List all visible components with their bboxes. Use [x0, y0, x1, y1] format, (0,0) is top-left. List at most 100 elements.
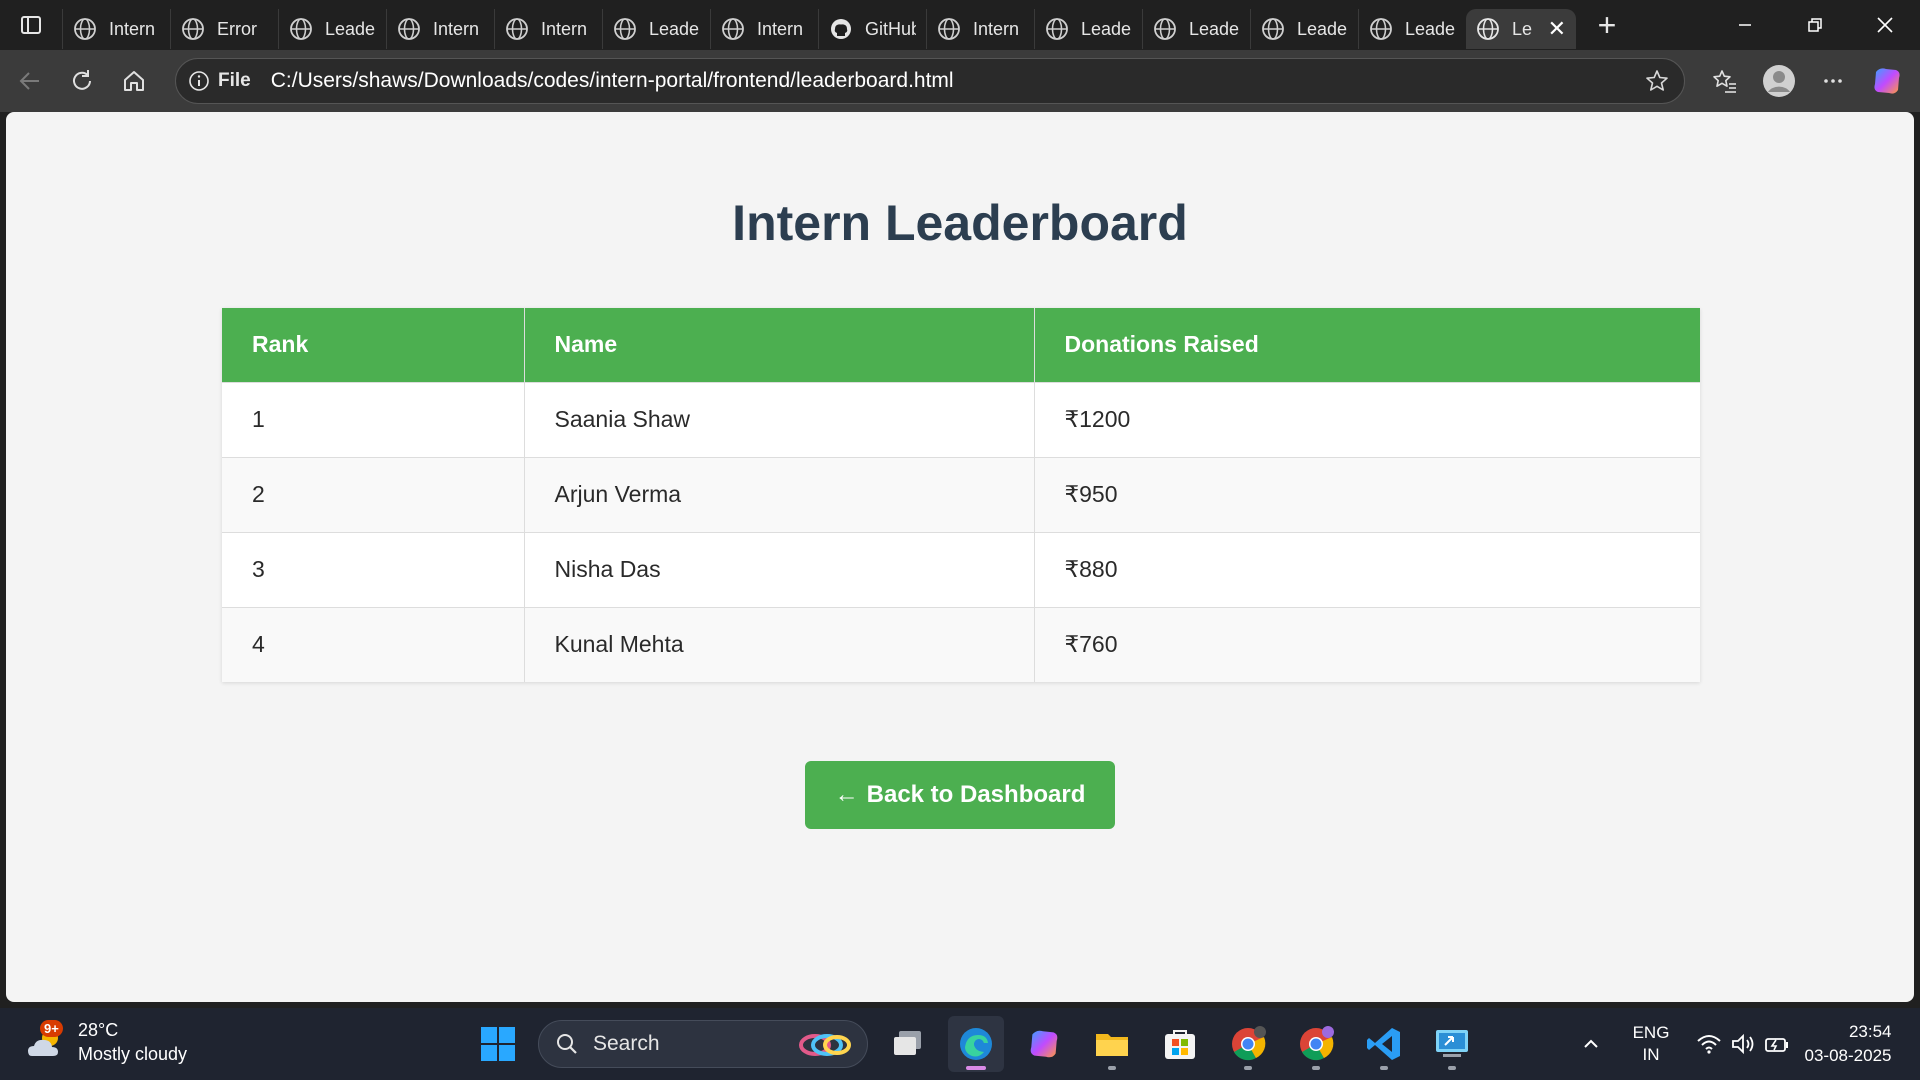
weather-widget[interactable]: 9+ 28°C Mostly cloudy	[24, 1018, 187, 1066]
close-tab-icon[interactable]: ✕	[1548, 16, 1566, 42]
tab[interactable]: Leaderb	[1034, 9, 1142, 49]
tab[interactable]: Intern D	[926, 9, 1034, 49]
table-row: 4 Kunal Mehta ₹760	[222, 606, 1700, 682]
home-icon	[124, 71, 144, 91]
tab-title: Leaderb	[1081, 18, 1132, 39]
tab-title: GitHub	[865, 18, 916, 39]
column-header-donations: Donations Raised	[1034, 308, 1700, 382]
name-cell: Arjun Verma	[524, 456, 1035, 532]
globe-icon	[289, 17, 313, 41]
column-header-name: Name	[524, 308, 1035, 382]
globe-icon	[721, 17, 745, 41]
remote-desktop-button[interactable]	[1424, 1016, 1480, 1072]
chevron-up-icon	[1584, 1039, 1598, 1048]
tab[interactable]: Leaderb	[602, 9, 710, 49]
arrow-left-icon	[19, 72, 39, 90]
table-row: 2 Arjun Verma ₹950	[222, 456, 1700, 532]
table-header-row: Rank Name Donations Raised	[222, 308, 1700, 382]
edge-taskbar-button[interactable]	[948, 1016, 1004, 1072]
copilot-taskbar-button[interactable]	[1016, 1016, 1072, 1072]
back-to-dashboard-button[interactable]: ← Back to Dashboard	[805, 761, 1115, 829]
refresh-button[interactable]	[56, 55, 108, 107]
store-button[interactable]	[1152, 1016, 1208, 1072]
weather-temp: 28°C	[78, 1020, 119, 1040]
table-row: 3 Nisha Das ₹880	[222, 531, 1700, 607]
favorites-button[interactable]	[1698, 54, 1752, 108]
copilot-icon	[1030, 1030, 1058, 1058]
clock-time: 23:54	[1848, 1022, 1892, 1041]
new-tab-button[interactable]: +	[1582, 5, 1632, 45]
tab[interactable]: Leaderb	[1250, 9, 1358, 49]
tab[interactable]: Leaderb	[1142, 9, 1250, 49]
clock[interactable]: 23:54 03-08-2025	[1800, 1020, 1920, 1068]
url-text[interactable]: C:/Users/shaws/Downloads/codes/intern-po…	[271, 69, 954, 93]
profile-button[interactable]	[1752, 54, 1806, 108]
battery-icon	[1765, 1038, 1788, 1052]
tab-title: Intern D	[973, 18, 1024, 39]
chrome-button[interactable]	[1220, 1016, 1276, 1072]
browser-toolbar: File C:/Users/shaws/Downloads/codes/inte…	[0, 50, 1920, 112]
back-nav-button[interactable]	[4, 55, 56, 107]
tab[interactable]: Error	[170, 9, 278, 49]
restore-button[interactable]	[1780, 0, 1850, 50]
globe-icon	[1477, 18, 1499, 40]
copilot-button[interactable]	[1860, 54, 1914, 108]
start-button[interactable]	[470, 1016, 526, 1072]
taskbar-search[interactable]: Search	[538, 1020, 868, 1068]
table-row: 1 Saania Shaw ₹1200	[222, 381, 1700, 457]
language-indicator[interactable]: ENG IN	[1616, 1022, 1686, 1066]
monitor-icon	[1436, 1030, 1468, 1057]
store-icon	[1165, 1030, 1195, 1059]
file-explorer-button[interactable]	[1084, 1016, 1140, 1072]
edge-icon	[960, 1028, 992, 1060]
active-indicator	[966, 1066, 986, 1070]
leaderboard-table: Rank Name Donations Raised 1 Saania Shaw…	[222, 308, 1700, 682]
rank-cell: 4	[222, 606, 525, 682]
show-hidden-icons-button[interactable]	[1566, 1034, 1616, 1054]
rank-cell: 3	[222, 531, 525, 607]
tab[interactable]: Leaderb	[1358, 9, 1466, 49]
close-window-button[interactable]	[1850, 0, 1920, 50]
volume-icon	[1732, 1033, 1754, 1055]
open-indicator	[1448, 1066, 1456, 1070]
task-view-button[interactable]	[880, 1016, 936, 1072]
quick-settings-button[interactable]	[1686, 1033, 1800, 1055]
tab-title: Intern D	[433, 18, 484, 39]
github-icon	[829, 17, 853, 41]
folder-icon	[1096, 1034, 1128, 1056]
tab-actions-button[interactable]	[0, 0, 62, 50]
window-controls	[1710, 0, 1920, 50]
site-info-button[interactable]: File	[188, 70, 251, 92]
region-code: IN	[1642, 1045, 1660, 1064]
tab[interactable]: GitHub	[818, 9, 926, 49]
home-button[interactable]	[108, 55, 160, 107]
page-title: Intern Leaderboard	[732, 195, 1188, 251]
globe-icon	[937, 17, 961, 41]
settings-more-button[interactable]	[1806, 54, 1860, 108]
chrome-profile-button[interactable]	[1288, 1016, 1344, 1072]
tab[interactable]: Intern D	[494, 9, 602, 49]
globe-icon	[1153, 17, 1177, 41]
tab-active[interactable]: Le ✕	[1466, 9, 1576, 49]
tab[interactable]: Intern D	[386, 9, 494, 49]
tab[interactable]: Intern D	[710, 9, 818, 49]
tab-strip: Intern D Error Leaderb Intern D Intern D Lead…	[0, 0, 1920, 50]
scheme-label: File	[218, 70, 251, 91]
weather-badge: 9+	[40, 1020, 63, 1037]
tab[interactable]: Leaderb	[278, 9, 386, 49]
weather-condition: Mostly cloudy	[78, 1044, 188, 1064]
chrome-icon	[1300, 1026, 1334, 1061]
tab-actions-icon	[21, 16, 41, 34]
tab-title: Leaderb	[649, 18, 700, 39]
globe-icon	[397, 17, 421, 41]
address-bar[interactable]: File C:/Users/shaws/Downloads/codes/inte…	[175, 58, 1685, 104]
arrow-left-icon: ←	[834, 781, 859, 808]
globe-icon	[73, 17, 97, 41]
favorite-star-icon[interactable]	[1644, 68, 1670, 99]
open-indicator	[1312, 1066, 1320, 1070]
globe-icon	[1369, 17, 1393, 41]
vscode-button[interactable]	[1356, 1016, 1412, 1072]
minimize-button[interactable]	[1710, 0, 1780, 50]
avatar-icon	[1763, 65, 1795, 97]
tab[interactable]: Intern D	[62, 9, 170, 49]
